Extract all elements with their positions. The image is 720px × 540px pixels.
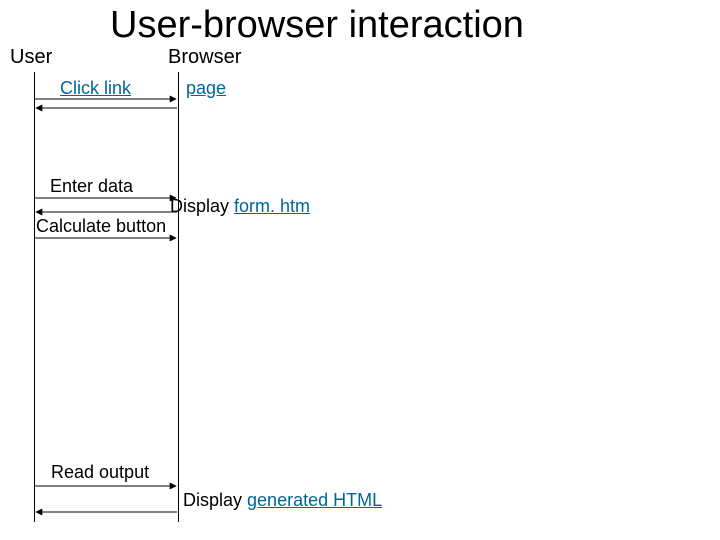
lifeline-browser [178, 72, 179, 522]
sequence-diagram: User-browser interaction User Browser Cl… [0, 0, 720, 540]
diagram-title: User-browser interaction [110, 4, 524, 47]
msg-display-form: Display form. htm [170, 196, 310, 217]
lifeline-user [34, 72, 35, 522]
msg-click-link[interactable]: Click link [60, 78, 131, 99]
actor-browser-label: Browser [168, 46, 241, 69]
msg-enter-data: Enter data [50, 176, 133, 197]
msg-display-form-prefix: Display [170, 196, 234, 216]
msg-page[interactable]: page [186, 78, 226, 99]
msg-read-output: Read output [51, 462, 149, 483]
msg-display-html-prefix: Display [183, 490, 247, 510]
msg-calculate-button: Calculate button [36, 216, 166, 237]
actor-user-label: User [10, 46, 52, 69]
msg-display-html: Display generated HTML [183, 490, 382, 511]
msg-display-html-link[interactable]: generated HTML [247, 490, 382, 510]
msg-display-form-link[interactable]: form. htm [234, 196, 310, 216]
